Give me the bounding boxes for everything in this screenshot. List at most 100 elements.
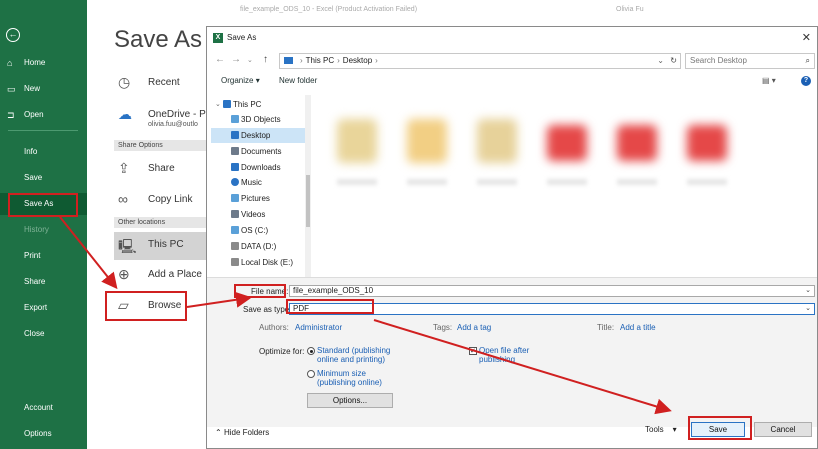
user-name: Olivia Fu	[616, 6, 644, 13]
radio-standard-label[interactable]: Standard (publishing	[317, 346, 390, 355]
tags-label: Tags:	[433, 323, 453, 332]
navigation-pane: ⌄ This PC 3D Objects Desktop Documents Do…	[211, 95, 311, 279]
radio-minimum-label[interactable]: Minimum size	[317, 369, 366, 378]
file-list	[315, 95, 815, 275]
breadcrumb-desktop[interactable]: Desktop	[343, 56, 372, 65]
refresh-icon[interactable]: ↻	[670, 54, 677, 68]
open-after-label[interactable]: Open file after	[479, 346, 529, 355]
open-after-checkbox[interactable]: ✓	[469, 347, 477, 355]
nav-options[interactable]: Options	[0, 423, 87, 445]
address-row: ← → ⌄ ↑ › This PC › Desktop › ⌄ ↻ Search Des…	[207, 51, 817, 71]
excel-icon: X	[213, 33, 223, 43]
nav-share[interactable]: Share	[0, 271, 87, 293]
scroll-thumb[interactable]	[306, 175, 310, 227]
tree-item-desktop[interactable]: Desktop	[211, 128, 305, 143]
tree-item-local-disk-e[interactable]: Local Disk (E:)	[211, 255, 305, 270]
file-item-label	[477, 179, 517, 185]
new-folder-button[interactable]: New folder	[279, 76, 317, 85]
tree-item-3d-objects[interactable]: 3D Objects	[211, 112, 305, 127]
tree-item-pictures[interactable]: Pictures	[211, 191, 305, 206]
address-bar[interactable]: › This PC › Desktop › ⌄ ↻	[279, 53, 681, 69]
chevron-down-icon[interactable]: ⌄	[805, 304, 811, 314]
tree-item-downloads[interactable]: Downloads	[211, 160, 305, 175]
tree-item-music[interactable]: Music	[211, 175, 305, 190]
open-after-label-2[interactable]: publishing	[479, 355, 515, 364]
nav-new[interactable]: ▭ New	[0, 78, 87, 100]
title-value[interactable]: Add a title	[620, 323, 656, 332]
folder-open-icon: ⊐	[7, 110, 15, 120]
hide-folders-button[interactable]: ⌃ Hide Folders	[215, 428, 269, 437]
back-icon[interactable]: ←	[215, 54, 225, 65]
tree-item-documents[interactable]: Documents	[211, 144, 305, 159]
link-icon: ∞	[118, 191, 128, 207]
location-recent[interactable]: ◷ Recent	[118, 74, 208, 94]
tools-button[interactable]: Tools ▾	[645, 425, 677, 434]
file-item[interactable]	[337, 119, 377, 163]
cloud-icon: ☁	[118, 106, 132, 122]
new-doc-icon: ▭	[7, 84, 16, 94]
nav-print[interactable]: Print	[0, 245, 87, 267]
file-item[interactable]	[617, 125, 657, 161]
radio-minimum-size[interactable]	[307, 370, 315, 378]
nav-close[interactable]: Close	[0, 323, 87, 345]
annotation-box-save	[688, 416, 752, 440]
annotation-box-save-type	[286, 299, 374, 314]
file-item[interactable]	[477, 119, 517, 163]
title-label: Title:	[597, 323, 615, 332]
nav-account[interactable]: Account	[0, 397, 87, 419]
breadcrumb-this-pc[interactable]: This PC	[306, 56, 334, 65]
tree-item-data-d[interactable]: DATA (D:)	[211, 239, 305, 254]
file-item[interactable]	[687, 125, 727, 161]
location-share[interactable]: ⇪ Share	[118, 160, 208, 180]
tags-value[interactable]: Add a tag	[457, 323, 491, 332]
tree-item-videos[interactable]: Videos	[211, 207, 305, 222]
picture-icon	[231, 194, 239, 202]
up-arrow-icon[interactable]: ↑	[263, 54, 268, 65]
close-icon[interactable]: ✕	[802, 31, 811, 44]
save-type-label: Save as type:	[243, 305, 292, 314]
file-item[interactable]	[547, 125, 587, 161]
location-onedrive[interactable]: ☁ OneDrive - Pe olivia.fuu@outlo	[118, 106, 211, 136]
other-locations-header: Other locations	[114, 217, 209, 228]
location-this-pc[interactable]: 🖳 This PC	[118, 236, 208, 256]
nav-export[interactable]: Export	[0, 297, 87, 319]
video-icon	[231, 210, 239, 218]
backstage-sidebar: ← ⌂ Home ▭ New ⊐ Open Info Save Save As His…	[0, 0, 87, 449]
address-dropdown-icon[interactable]: ⌄	[657, 54, 664, 68]
page-title: Save As	[114, 26, 203, 53]
location-add-place[interactable]: ⊕ Add a Place	[118, 266, 208, 286]
options-button[interactable]: Options...	[307, 393, 393, 408]
location-copy-link[interactable]: ∞ Copy Link	[118, 191, 208, 211]
back-arrow-icon[interactable]: ←	[6, 28, 20, 42]
file-item-label	[547, 179, 587, 185]
radio-standard-label-2[interactable]: online and printing)	[317, 355, 385, 364]
help-icon[interactable]: ?	[801, 76, 811, 86]
document-icon	[231, 147, 239, 155]
cancel-button[interactable]: Cancel	[754, 422, 812, 437]
command-bar: Organize ▾ New folder ▤ ▾ ?	[207, 73, 817, 89]
nav-open[interactable]: ⊐ Open	[0, 104, 87, 126]
organize-button[interactable]: Organize ▾	[221, 76, 260, 85]
chevron-down-icon[interactable]: ⌄	[247, 56, 253, 64]
pc-icon	[284, 57, 293, 65]
music-icon	[231, 178, 239, 186]
radio-standard[interactable]	[307, 347, 315, 355]
sidebar-divider	[8, 130, 78, 131]
tree-item-this-pc[interactable]: ⌄ This PC	[211, 97, 305, 112]
file-item-label	[407, 179, 447, 185]
nav-pane-scrollbar[interactable]	[305, 95, 311, 279]
file-item[interactable]	[407, 119, 447, 163]
tree-item-os-c[interactable]: OS (C:)	[211, 223, 305, 238]
drive-icon	[231, 242, 239, 250]
chevron-down-icon[interactable]: ⌄	[805, 286, 811, 296]
authors-value[interactable]: Administrator	[295, 323, 342, 332]
nav-info[interactable]: Info	[0, 141, 87, 163]
search-input[interactable]: Search Desktop ⌕	[685, 53, 815, 69]
nav-home[interactable]: ⌂ Home	[0, 52, 87, 74]
authors-label: Authors:	[259, 323, 289, 332]
view-options-icon[interactable]: ▤ ▾	[762, 76, 776, 85]
radio-minimum-label-2[interactable]: (publishing online)	[317, 378, 382, 387]
forward-icon[interactable]: →	[231, 54, 241, 65]
nav-save[interactable]: Save	[0, 167, 87, 189]
file-name-input[interactable]: file_example_ODS_10 ⌄	[289, 285, 815, 297]
